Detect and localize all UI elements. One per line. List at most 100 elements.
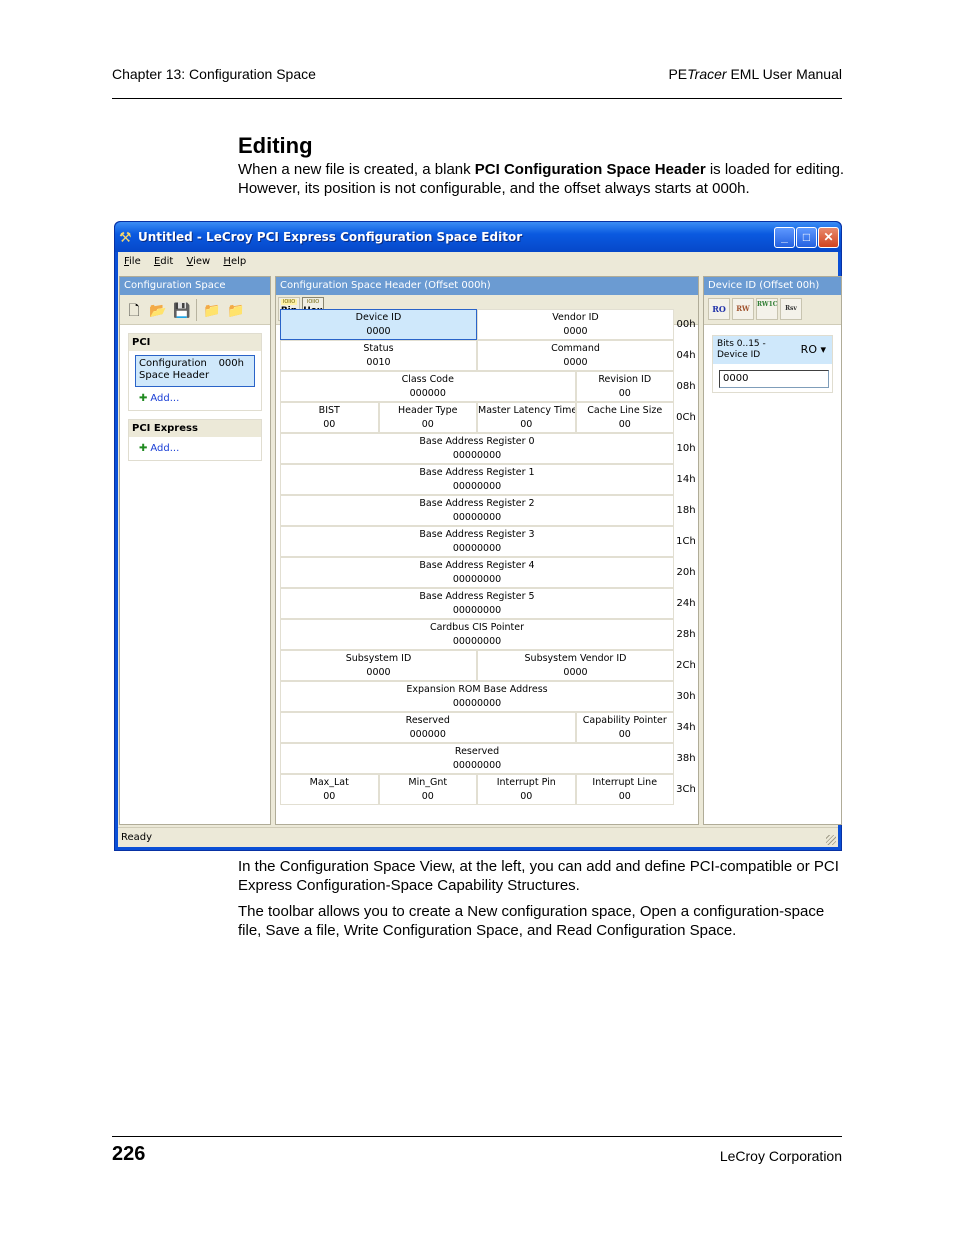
register-value: 00000000 bbox=[452, 605, 502, 616]
register-value: 00 bbox=[618, 791, 631, 802]
register-name: Subsystem Vendor ID bbox=[524, 653, 627, 664]
register-row: BIST 00 Header Type 00 Master Latency Timer 0… bbox=[280, 402, 674, 433]
pci-add-link[interactable]: ✚ Add... bbox=[139, 393, 255, 404]
register-cell[interactable]: Vendor ID 0000 bbox=[477, 309, 674, 340]
register-cell[interactable]: Expansion ROM Base Address 00000000 bbox=[280, 681, 674, 712]
register-cell[interactable]: Cardbus CIS Pointer 00000000 bbox=[280, 619, 674, 650]
register-cell[interactable]: Revision ID 00 bbox=[575, 371, 674, 402]
register-value: 0000 bbox=[563, 326, 588, 337]
read-config-icon[interactable]: 📁 bbox=[226, 300, 246, 320]
rw-button[interactable]: RW bbox=[732, 298, 754, 320]
register-cell[interactable]: Master Latency Timer 00 bbox=[477, 402, 576, 433]
footer-rule bbox=[112, 1136, 842, 1137]
register-cell[interactable]: Base Address Register 1 00000000 bbox=[280, 464, 674, 495]
register-value: 00 bbox=[618, 729, 631, 740]
tools-icon: ⚒ bbox=[119, 229, 132, 245]
register-cell[interactable]: Base Address Register 3 00000000 bbox=[280, 526, 674, 557]
register-cell[interactable]: Subsystem Vendor ID 0000 bbox=[477, 650, 674, 681]
register-offset: 04h bbox=[676, 350, 696, 361]
new-file-icon[interactable]: 🗋 bbox=[124, 300, 144, 320]
status-bar: Ready bbox=[118, 827, 838, 847]
resize-grip[interactable] bbox=[826, 835, 836, 845]
register-cell[interactable]: Max_Lat 00 bbox=[280, 774, 379, 805]
manual-suffix: EML User Manual bbox=[726, 66, 842, 82]
register-cell[interactable]: Base Address Register 5 00000000 bbox=[280, 588, 674, 619]
item-offset: 000h bbox=[218, 358, 244, 369]
register-offset: 2Ch bbox=[676, 660, 696, 671]
register-value: 00 bbox=[618, 388, 631, 399]
register-cell[interactable]: Device ID 0000 bbox=[280, 309, 477, 340]
minimize-button[interactable]: _ bbox=[774, 227, 795, 248]
register-name: Base Address Register 1 bbox=[419, 467, 535, 478]
ro-button[interactable]: RO bbox=[708, 298, 730, 320]
menu-file[interactable]: File bbox=[118, 252, 146, 267]
bit-field-box: Bits 0..15 - Device ID RO ▾ bbox=[712, 335, 833, 393]
plus-icon: ✚ bbox=[139, 443, 148, 454]
reserved-button[interactable]: Rsv bbox=[780, 298, 802, 320]
maximize-button[interactable]: □ bbox=[796, 227, 817, 248]
register-row: Max_Lat 00 Min_Gnt 00 Interrupt Pin 00 Interru… bbox=[280, 774, 674, 805]
register-cell[interactable]: Min_Gnt 00 bbox=[378, 774, 477, 805]
bit-field-header: Bits 0..15 - Device ID RO ▾ bbox=[713, 336, 832, 364]
register-cell[interactable]: Reserved 00000000 bbox=[280, 743, 674, 774]
register-value: 00000000 bbox=[452, 636, 502, 647]
bit-field-value-input[interactable] bbox=[719, 369, 829, 388]
write-config-icon[interactable]: 📁 bbox=[202, 300, 222, 320]
register-cell[interactable]: Reserved 000000 bbox=[280, 712, 576, 743]
register-name: Master Latency Timer bbox=[478, 405, 576, 416]
access-mode-dropdown[interactable]: RO ▾ bbox=[801, 344, 826, 355]
register-cell[interactable]: Interrupt Pin 00 bbox=[477, 774, 576, 805]
register-name: Command bbox=[551, 343, 600, 354]
register-cell[interactable]: BIST 00 bbox=[280, 402, 379, 433]
menu-view[interactable]: View bbox=[182, 252, 216, 267]
register-value: 0000 bbox=[366, 326, 391, 337]
register-value: 00 bbox=[520, 791, 533, 802]
intro-paragraph: When a new file is created, a blank PCI … bbox=[238, 160, 848, 198]
register-offset: 20h bbox=[676, 567, 696, 578]
register-row: Reserved 00000000 bbox=[280, 743, 674, 774]
title-bar[interactable]: ⚒ Untitled - LeCroy PCI Express Configur… bbox=[115, 222, 841, 252]
close-button[interactable]: ✕ bbox=[818, 227, 839, 248]
register-name: Base Address Register 4 bbox=[419, 560, 535, 571]
register-name: Class Code bbox=[401, 374, 454, 385]
save-icon[interactable]: 💾 bbox=[172, 300, 192, 320]
rw1c-button[interactable]: RW1C bbox=[756, 298, 778, 320]
register-value: 00 bbox=[421, 419, 434, 430]
register-cell[interactable]: Capability Pointer 00 bbox=[575, 712, 674, 743]
register-row: Status 0010 Command 0000 bbox=[280, 340, 674, 371]
toolbar-separator bbox=[196, 299, 197, 321]
register-offset: 3Ch bbox=[676, 784, 696, 795]
register-cell[interactable]: Base Address Register 2 00000000 bbox=[280, 495, 674, 526]
pci-group: PCI Configuration Space Header 000h ✚ Add… bbox=[128, 333, 262, 411]
pci-express-group-title: PCI Express bbox=[129, 420, 261, 437]
register-offset: 0Ch bbox=[676, 412, 696, 423]
register-cell[interactable]: Base Address Register 0 00000000 bbox=[280, 433, 674, 464]
register-cell[interactable]: Status 0010 bbox=[280, 340, 477, 371]
register-cell[interactable]: Class Code 000000 bbox=[280, 371, 576, 402]
register-value: 00000000 bbox=[452, 760, 502, 771]
register-value: 00000000 bbox=[452, 450, 502, 461]
register-cell[interactable]: Header Type 00 bbox=[378, 402, 477, 433]
open-folder-icon[interactable]: 📂 bbox=[148, 300, 168, 320]
register-value: 00000000 bbox=[452, 512, 502, 523]
register-cell[interactable]: Cache Line Size 00 bbox=[575, 402, 674, 433]
register-value: 0000 bbox=[563, 667, 588, 678]
register-value: 00000000 bbox=[452, 574, 502, 585]
menu-help[interactable]: Help bbox=[218, 252, 251, 267]
register-value: 00000000 bbox=[452, 698, 502, 709]
register-cell[interactable]: Command 0000 bbox=[477, 340, 674, 371]
register-cell[interactable]: Subsystem ID 0000 bbox=[280, 650, 477, 681]
register-cell[interactable]: Interrupt Line 00 bbox=[575, 774, 674, 805]
register-name: Vendor ID bbox=[552, 312, 599, 323]
register-cell[interactable]: Base Address Register 4 00000000 bbox=[280, 557, 674, 588]
register-offset: 24h bbox=[676, 598, 696, 609]
item-name-line2: Space Header bbox=[139, 370, 210, 381]
config-space-header-item[interactable]: Configuration Space Header 000h bbox=[135, 355, 255, 387]
access-type-toolbar: RO RW RW1C Rsv bbox=[704, 295, 841, 325]
register-row: Cardbus CIS Pointer 00000000 bbox=[280, 619, 674, 650]
config-header-title: Configuration Space Header (Offset 000h) bbox=[276, 277, 698, 295]
pci-express-add-link[interactable]: ✚ Add... bbox=[139, 443, 255, 454]
register-row: Class Code 000000 Revision ID 00 bbox=[280, 371, 674, 402]
menu-edit[interactable]: Edit bbox=[149, 252, 178, 267]
register-name: Subsystem ID bbox=[345, 653, 412, 664]
